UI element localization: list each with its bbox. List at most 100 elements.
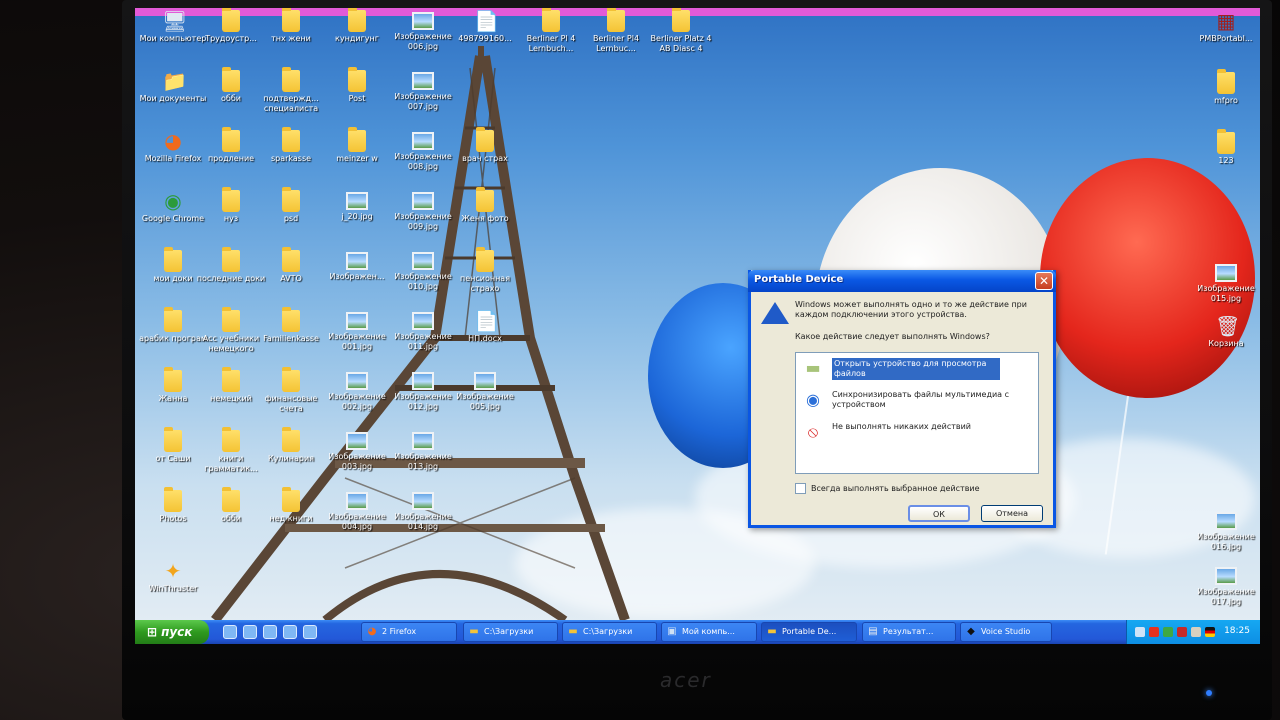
- desktop-icon-label: Изображен...: [329, 272, 385, 281]
- image-file-icon: [412, 492, 434, 510]
- folder-icon: [282, 8, 300, 32]
- desktop-icon[interactable]: Изображение 007.jpg: [387, 70, 459, 112]
- desktop-icon-label: Familienkasse: [263, 334, 319, 343]
- image-file-icon: [346, 312, 368, 330]
- desktop-icon[interactable]: Изображение 005.jpg: [449, 370, 521, 412]
- desktop-icon-label: Кулинария: [268, 454, 314, 463]
- desktop-icon[interactable]: Изображен...: [321, 250, 393, 282]
- desktop-icon[interactable]: 📄 498799160...: [449, 10, 521, 44]
- taskbar-button-label: Результат...: [883, 627, 934, 636]
- desktop-icon[interactable]: Изображение 003.jpg: [321, 430, 393, 472]
- folder-icon: [282, 187, 300, 212]
- desktop-icon[interactable]: подтвержд... специалиста: [255, 67, 327, 114]
- desktop-icon[interactable]: Изображение 015.jpg: [1190, 262, 1260, 304]
- desktop-icon[interactable]: Familienkasse: [255, 307, 327, 344]
- folder-icon: [222, 67, 240, 92]
- taskbar-button[interactable]: ▬ C:\Загрузки: [463, 622, 558, 642]
- desktop-icon[interactable]: пенсионная страхо: [449, 247, 521, 294]
- option-label: Синхронизировать файлы мультимедиа с уст…: [832, 390, 1010, 409]
- desktop-icon-label: пенсионная страхо: [459, 274, 511, 293]
- image-file-icon: [412, 192, 434, 210]
- desktop-icon[interactable]: psd: [255, 187, 327, 224]
- desktop-icon[interactable]: mfpro: [1190, 69, 1260, 106]
- desktop-icon-label: 498799160...: [458, 34, 512, 43]
- desktop-icon-label: sparkasse: [270, 154, 312, 163]
- desktop-icon[interactable]: meinzer w: [321, 127, 393, 164]
- desktop-icon[interactable]: врач страх: [449, 127, 521, 164]
- cancel-button[interactable]: Отмена: [981, 505, 1043, 522]
- desktop-icon[interactable]: Post: [321, 67, 393, 104]
- desktop-icon[interactable]: Изображение 004.jpg: [321, 490, 393, 532]
- desktop-icon[interactable]: AVTO: [255, 247, 327, 284]
- taskbar-button[interactable]: ▬ Portable De...: [761, 622, 857, 642]
- always-do-checkbox[interactable]: [795, 483, 806, 494]
- quicklaunch-ie-icon[interactable]: [223, 625, 237, 639]
- desktop-icon[interactable]: Berliner Platz 4 AB Diasc 4: [645, 8, 717, 54]
- tray-network-icon[interactable]: [1135, 627, 1145, 637]
- tray-antivirus-icon[interactable]: [1149, 627, 1159, 637]
- quicklaunch-media-icon[interactable]: [283, 625, 297, 639]
- desktop-icon[interactable]: j_20.jpg: [321, 190, 393, 222]
- option-open-device[interactable]: ▬ Открыть устройство для просмотра файло…: [802, 357, 1034, 380]
- taskbar-button[interactable]: ◆ Voice Studio: [960, 622, 1052, 642]
- folder-icon: [164, 427, 182, 452]
- desktop-icon[interactable]: Кулинария: [255, 427, 327, 464]
- taskbar-button[interactable]: ▤ Результат...: [862, 622, 956, 642]
- dialog-close-button[interactable]: ✕: [1035, 272, 1053, 290]
- desktop-icon[interactable]: 📄 НП.docx: [449, 310, 521, 344]
- ok-button[interactable]: ОК: [908, 505, 970, 522]
- desktop-icon-label: Изображение 003.jpg: [328, 452, 386, 471]
- folder-icon: [164, 367, 182, 392]
- desktop-icon[interactable]: Berliner Pl 4 Lernbuch...: [515, 8, 587, 54]
- desktop-icon-label: Berliner Pl4 Lernbuc...: [592, 34, 640, 53]
- desktop-icon[interactable]: ✦ WinThruster: [137, 560, 209, 594]
- desktop-icon[interactable]: 123: [1190, 129, 1260, 166]
- taskbar-button[interactable]: ◕ 2 Firefox: [361, 622, 457, 642]
- image-file-icon: [1215, 567, 1237, 585]
- tray-security-icon[interactable]: [1177, 627, 1187, 637]
- desktop-icon[interactable]: Изображение 002.jpg: [321, 370, 393, 412]
- desktop-icon[interactable]: ▦ PMBPortabl...: [1190, 10, 1260, 44]
- dialog-question: Какое действие следует выполнять Windows…: [795, 332, 990, 341]
- desktop-icon[interactable]: нед книги: [255, 487, 327, 524]
- option-sync-media[interactable]: ◉ Синхронизировать файлы мультимедиа с у…: [802, 389, 1034, 411]
- tray-volume-icon[interactable]: [1191, 627, 1201, 637]
- quicklaunch-explorer-icon[interactable]: [263, 625, 277, 639]
- folder-icon: ▬: [469, 626, 479, 637]
- folder-icon: [607, 8, 625, 32]
- desktop-icon[interactable]: Изображение 013.jpg: [387, 430, 459, 472]
- folder-icon: [222, 307, 240, 332]
- tray-update-icon[interactable]: [1163, 627, 1173, 637]
- desktop-icon[interactable]: Женя фото: [449, 187, 521, 224]
- desktop-icon[interactable]: финансовые счета: [255, 367, 327, 414]
- start-button[interactable]: ⊞ пуск: [135, 620, 209, 644]
- desktop-icon[interactable]: Изображение 001.jpg: [321, 310, 393, 352]
- folder-icon: [222, 427, 240, 452]
- close-icon: ✕: [1038, 274, 1050, 288]
- desktop-icon[interactable]: sparkasse: [255, 127, 327, 164]
- folder-icon: [672, 8, 690, 32]
- desktop-icon[interactable]: Изображение 014.jpg: [387, 490, 459, 532]
- taskbar-button[interactable]: ▬ C:\Загрузки: [562, 622, 657, 642]
- desktop-icon[interactable]: Berliner Pl4 Lernbuc...: [580, 8, 652, 54]
- desktop-icon[interactable]: тнх жени: [255, 8, 327, 44]
- desktop-icon-label: Корзина: [1208, 339, 1244, 348]
- taskbar-button[interactable]: ▣ Мой компь...: [661, 622, 757, 642]
- desktop-icon[interactable]: кундигунг: [321, 8, 393, 44]
- image-file-icon: [1215, 264, 1237, 282]
- desktop-icon[interactable]: Изображение 017.jpg: [1190, 565, 1260, 607]
- quicklaunch-desktop-icon[interactable]: [243, 625, 257, 639]
- dialog-title-bar[interactable]: Portable Device ✕: [748, 270, 1056, 292]
- option-no-action[interactable]: ⦸ Не выполнять никаких действий: [802, 421, 1034, 443]
- image-file-icon: [412, 432, 434, 450]
- folder-icon: [282, 307, 300, 332]
- clock[interactable]: 18:25: [1224, 626, 1250, 636]
- folder-icon: [282, 247, 300, 272]
- desktop-icon-label: финансовые счета: [264, 394, 318, 413]
- desktop-icon[interactable]: 🗑 Корзина: [1190, 315, 1260, 349]
- desktop-icon[interactable]: Изображение 016.jpg: [1190, 510, 1260, 552]
- start-label: пуск: [161, 625, 193, 639]
- quicklaunch-app-icon[interactable]: [303, 625, 317, 639]
- tray-language-flag-icon[interactable]: [1205, 627, 1215, 637]
- folder-icon: [222, 127, 240, 152]
